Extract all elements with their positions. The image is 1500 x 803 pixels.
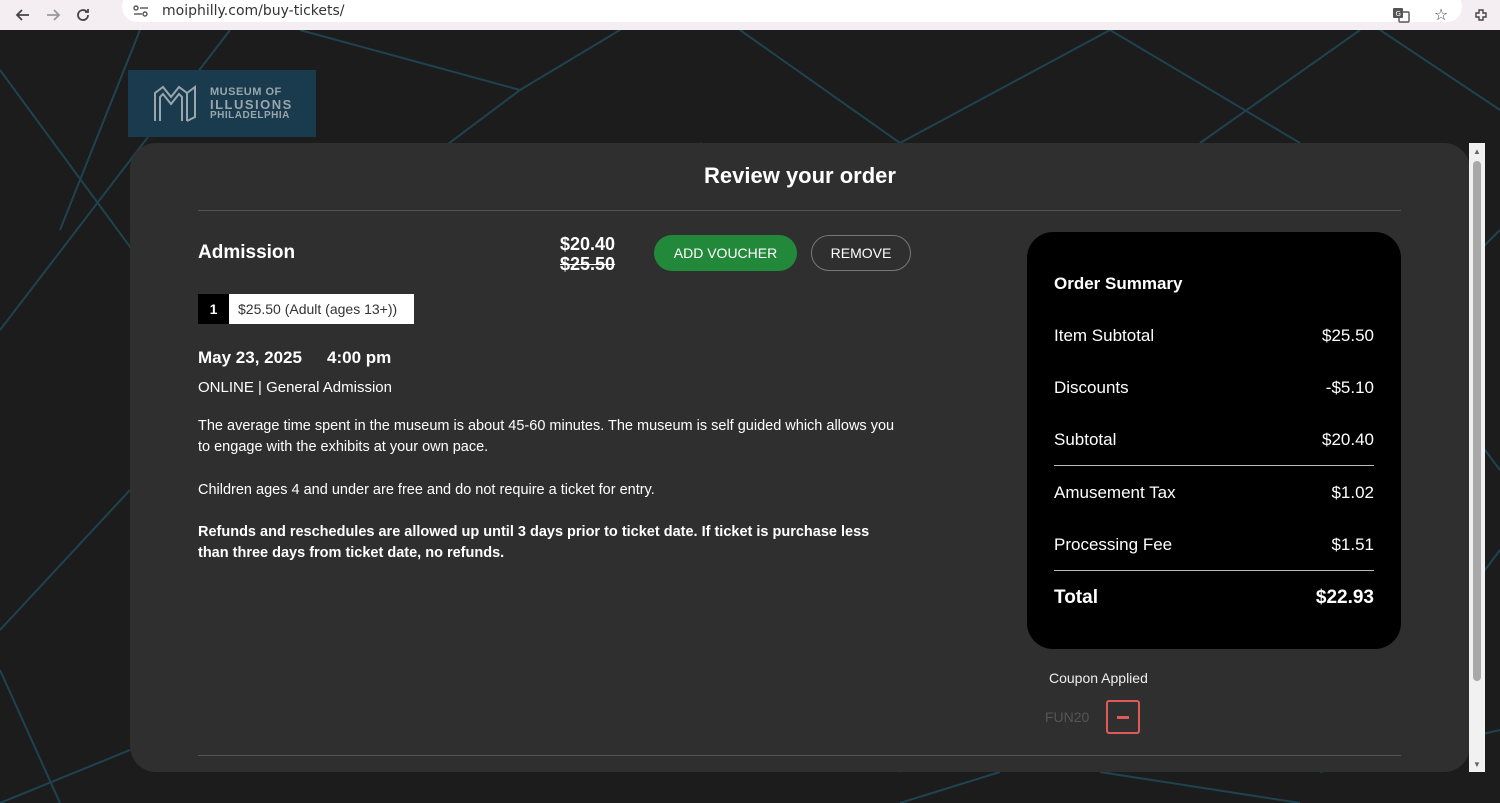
summary-row-subtotal: Subtotal $20.40: [1054, 430, 1374, 450]
summary-value: $20.40: [1322, 430, 1374, 449]
minus-icon: [1117, 715, 1129, 719]
translate-icon[interactable]: G: [1392, 6, 1410, 24]
museum-logo-text: MUSEUM OF ILLUSIONS PHILADELPHIA: [210, 85, 293, 121]
arrow-right-icon: [47, 9, 61, 21]
museum-logo[interactable]: MUSEUM OF ILLUSIONS PHILADELPHIA: [128, 70, 316, 137]
summary-label: Processing Fee: [1054, 535, 1173, 554]
remove-coupon-button[interactable]: [1106, 700, 1140, 734]
description-duration: The average time spent in the museum is …: [198, 418, 895, 455]
summary-row-item-subtotal: Item Subtotal $25.50: [1054, 326, 1374, 346]
item-price-original: $25.50: [560, 254, 616, 274]
site-info-icon[interactable]: [132, 4, 150, 18]
remove-item-button[interactable]: REMOVE: [811, 235, 911, 271]
summary-value: $1.02: [1331, 483, 1374, 502]
ticket-quantity: 1: [198, 294, 229, 324]
order-summary-title: Order Summary: [1054, 274, 1183, 293]
event-date: May 23, 2025: [198, 348, 302, 367]
back-button[interactable]: [8, 0, 38, 30]
url-text: moiphilly.com/buy-tickets/: [162, 3, 345, 19]
scroll-up-arrow-icon[interactable]: ▲: [1469, 143, 1485, 159]
item-name: Admission: [198, 242, 296, 263]
summary-row-amusement-tax: Amusement Tax $1.02: [1054, 483, 1374, 503]
bottom-divider: [198, 755, 1401, 756]
summary-label: Discounts: [1054, 378, 1129, 397]
summary-divider: [1054, 465, 1374, 466]
summary-value: -$5.10: [1325, 378, 1374, 397]
title-divider: [198, 210, 1401, 211]
browser-toolbar: moiphilly.com/buy-tickets/ G ☆: [0, 0, 1500, 30]
summary-value: $1.51: [1331, 535, 1374, 554]
arrow-left-icon: [15, 9, 29, 21]
scroll-down-arrow-icon[interactable]: ▼: [1469, 756, 1485, 772]
forward-button[interactable]: [38, 0, 68, 30]
summary-total-label: Total: [1054, 587, 1098, 608]
summary-row-total: Total $22.93: [1054, 587, 1374, 609]
page-scrollbar[interactable]: ▲ ▼: [1469, 143, 1485, 772]
coupon-applied-label: Coupon Applied: [1049, 670, 1148, 686]
summary-label: Subtotal: [1054, 430, 1117, 449]
logo-line-1: MUSEUM OF: [210, 85, 282, 98]
coupon-code: FUN20: [1045, 709, 1090, 725]
item-price-current: $20.40: [560, 234, 616, 254]
description-children: Children ages 4 and under are free and d…: [198, 482, 655, 498]
summary-label: Item Subtotal: [1054, 326, 1155, 345]
bookmark-star-icon[interactable]: ☆: [1432, 6, 1450, 24]
description-refund-policy: Refunds and reschedules are allowed up u…: [198, 524, 870, 561]
page-title: Review your order: [704, 163, 896, 188]
summary-value: $25.50: [1322, 326, 1374, 345]
reload-icon: [77, 9, 89, 21]
summary-divider: [1054, 570, 1374, 571]
extensions-icon[interactable]: [1472, 6, 1490, 24]
add-voucher-button[interactable]: ADD VOUCHER: [654, 235, 797, 271]
summary-label: Amusement Tax: [1054, 483, 1176, 502]
summary-row-discounts: Discounts -$5.10: [1054, 378, 1374, 398]
address-bar[interactable]: moiphilly.com/buy-tickets/: [122, 0, 1462, 22]
logo-line-2: ILLUSIONS: [210, 96, 293, 112]
logo-line-3: PHILADELPHIA: [210, 109, 290, 121]
reload-button[interactable]: [68, 0, 98, 30]
toolbar-actions: G ☆: [1392, 0, 1490, 30]
ticket-type-label: $25.50 (Adult (ages 13+)): [229, 294, 414, 324]
summary-total-value: $22.93: [1315, 587, 1374, 608]
event-type: ONLINE | General Admission: [198, 379, 392, 396]
svg-text:G: G: [1396, 10, 1401, 18]
event-time: 4:00 pm: [327, 348, 392, 367]
scrollbar-thumb[interactable]: [1473, 161, 1481, 681]
museum-logo-mark: [154, 84, 196, 122]
summary-row-processing-fee: Processing Fee $1.51: [1054, 535, 1374, 555]
